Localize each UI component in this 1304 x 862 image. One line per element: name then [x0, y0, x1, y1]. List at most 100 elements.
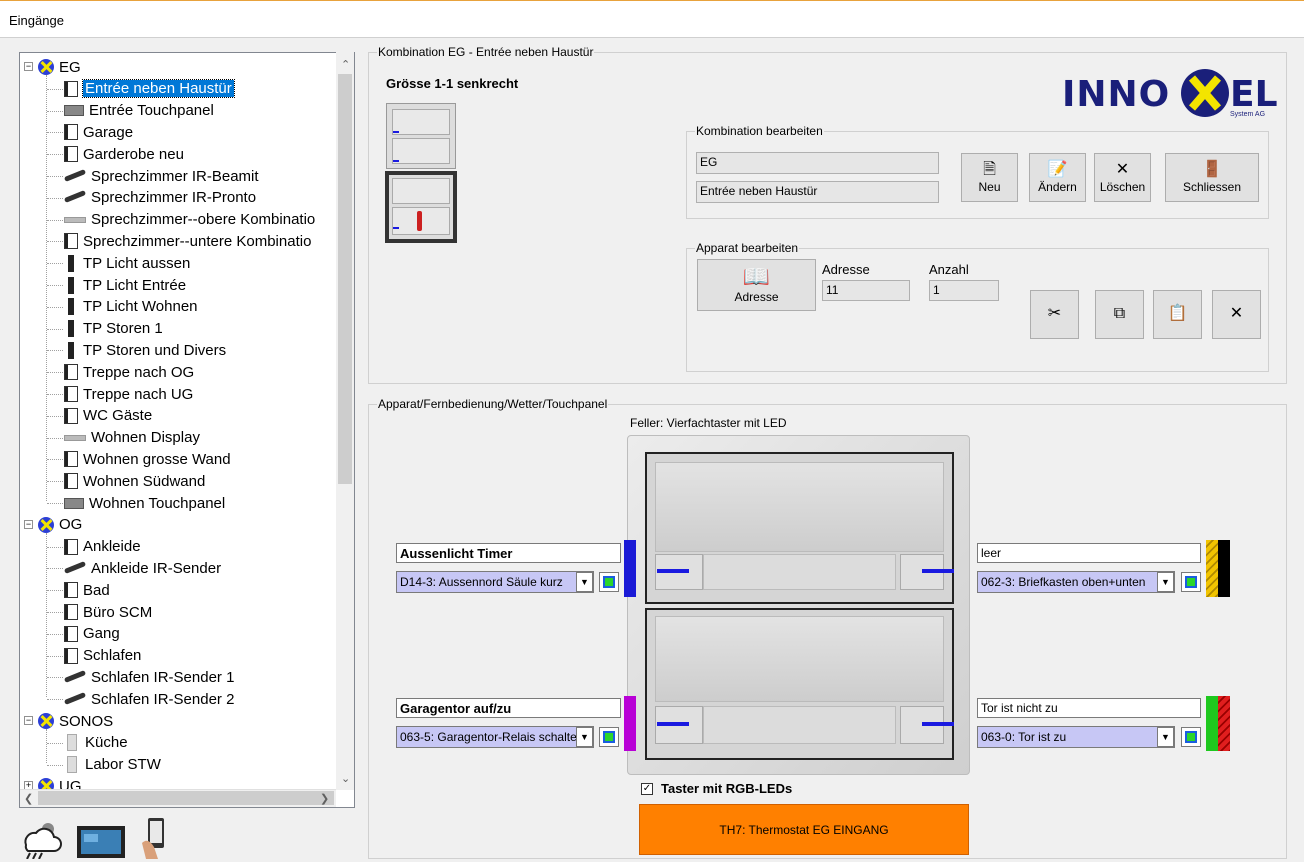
- tree-view[interactable]: − EG Entrée neben Haustür Entrée Touchpanel…: [19, 52, 355, 808]
- tree-connector-line: [47, 176, 63, 177]
- address-book-button[interactable]: 📖 Adresse: [697, 259, 816, 311]
- touchpanel-device-icon[interactable]: [76, 825, 126, 859]
- preview-module-top[interactable]: [386, 103, 456, 169]
- title-bar: Eingänge: [0, 0, 1304, 38]
- right-bottom-color-bar-1: [1206, 696, 1218, 751]
- change-button[interactable]: 📝 Ändern: [1029, 153, 1086, 202]
- tree-item[interactable]: Treppe nach OG: [64, 361, 194, 383]
- address-field[interactable]: 11: [822, 280, 910, 301]
- scroll-up-icon[interactable]: ⌃: [341, 58, 350, 71]
- tree-connector-line: [47, 481, 63, 483]
- tree-item[interactable]: Bad: [64, 579, 110, 601]
- tree-item[interactable]: Büro SCM: [64, 601, 152, 623]
- rgb-led-checkbox[interactable]: ✓: [641, 783, 653, 795]
- tree-item[interactable]: TP Licht Entrée: [64, 274, 186, 296]
- tp-icon: [68, 320, 74, 338]
- combination-preview[interactable]: [385, 103, 458, 243]
- tree-item[interactable]: Schlafen IR-Sender 1: [63, 666, 234, 688]
- chevron-down-icon[interactable]: ▼: [1157, 572, 1174, 592]
- switch-icon: [64, 604, 78, 620]
- left-top-name-input[interactable]: Aussenlicht Timer: [396, 543, 621, 563]
- tree-item[interactable]: Sprechzimmer--untere Kombinatio: [64, 230, 311, 252]
- delete-button[interactable]: ✕ Löschen: [1094, 153, 1151, 202]
- right-bottom-color-button[interactable]: [1181, 727, 1201, 747]
- tree-item[interactable]: Wohnen Südwand: [64, 470, 205, 492]
- thermostat-button[interactable]: TH7: Thermostat EG EINGANG: [639, 804, 969, 855]
- tree-item[interactable]: Labor STW: [64, 754, 161, 776]
- right-bottom-name-input[interactable]: Tor ist nicht zu: [977, 698, 1201, 718]
- remove-device-button[interactable]: ✕: [1212, 290, 1261, 339]
- tree-item[interactable]: TP Storen und Divers: [64, 339, 226, 361]
- tree-group-og[interactable]: OG: [38, 514, 82, 536]
- tree-item[interactable]: Entrée Touchpanel: [64, 100, 214, 122]
- right-top-color-button[interactable]: [1181, 572, 1201, 592]
- led-bottom-right: [922, 722, 954, 726]
- combination-floor-field[interactable]: EG: [696, 152, 939, 174]
- scroll-left-icon[interactable]: ❮: [24, 792, 33, 805]
- tree-group-sonos[interactable]: SONOS: [38, 710, 113, 732]
- count-field[interactable]: 1: [929, 280, 999, 301]
- tree-item[interactable]: TP Licht Wohnen: [64, 296, 198, 318]
- weather-icon[interactable]: [18, 817, 62, 859]
- tree-expander-eg[interactable]: −: [24, 62, 33, 71]
- rocker-top[interactable]: [645, 452, 954, 604]
- left-bottom-name-input[interactable]: Garagentor auf/zu: [396, 698, 621, 718]
- rocker-bottom[interactable]: [645, 608, 954, 760]
- tree-item[interactable]: Schlafen IR-Sender 2: [63, 688, 234, 710]
- tree-item[interactable]: Sprechzimmer IR-Beamit: [63, 165, 259, 187]
- left-bottom-color-button[interactable]: [599, 727, 619, 747]
- device-type-label: Feller: Vierfachtaster mit LED: [630, 416, 787, 430]
- cut-button[interactable]: ✂: [1030, 290, 1079, 339]
- tree-item[interactable]: Garage: [64, 121, 133, 143]
- tree-group-eg[interactable]: EG: [38, 56, 81, 78]
- right-top-name-input[interactable]: leer: [977, 543, 1201, 563]
- tree-expander-og[interactable]: −: [24, 519, 33, 529]
- chevron-down-icon[interactable]: ▼: [576, 727, 593, 747]
- left-bottom-address-select[interactable]: 063-5: Garagentor-Relais schalten: [396, 726, 594, 748]
- tree-connector-line: [47, 285, 63, 286]
- tree-item[interactable]: TP Licht aussen: [64, 252, 190, 274]
- phone-icon[interactable]: [140, 817, 170, 859]
- chevron-down-icon[interactable]: ▼: [1157, 727, 1174, 747]
- chevron-down-icon[interactable]: ▼: [576, 572, 593, 592]
- tree-item-label: Labor STW: [85, 756, 161, 774]
- right-bottom-address-select[interactable]: 063-0: Tor ist zu: [977, 726, 1175, 748]
- tp-icon: [68, 254, 74, 272]
- paste-button[interactable]: 📋: [1153, 290, 1202, 339]
- tree-connector-line: [47, 110, 63, 112]
- scroll-right-icon[interactable]: ❯: [320, 792, 329, 805]
- tree-item[interactable]: Küche: [64, 732, 128, 754]
- tree-item[interactable]: TP Storen 1: [64, 318, 163, 340]
- tree-item[interactable]: Wohnen Touchpanel: [64, 492, 225, 514]
- tree-connector-line: [46, 532, 47, 698]
- close-button[interactable]: 🚪 Schliessen: [1165, 153, 1259, 202]
- tree-item[interactable]: Sprechzimmer--obere Kombinatio: [64, 209, 315, 231]
- tree-item[interactable]: Ankleide IR-Sender: [63, 557, 221, 579]
- preview-module-bottom-selected[interactable]: [385, 171, 457, 243]
- tree-item[interactable]: Schlafen: [64, 645, 141, 667]
- tree-expander-sonos[interactable]: −: [24, 716, 33, 725]
- copy-button[interactable]: ⧉: [1095, 290, 1144, 339]
- tree-item[interactable]: Ankleide: [64, 536, 141, 558]
- tree-item[interactable]: Garderobe neu: [64, 143, 184, 165]
- tree-connector-line: [47, 197, 63, 199]
- tree-horizontal-scroll-thumb[interactable]: [38, 791, 334, 805]
- tree-item-label: Treppe nach OG: [83, 363, 195, 381]
- new-button[interactable]: 🗎 Neu: [961, 153, 1018, 202]
- tree-item[interactable]: Treppe nach UG: [64, 383, 193, 405]
- combination-name-field[interactable]: Entrée neben Haustür: [696, 181, 939, 203]
- address-label: Adresse: [822, 262, 870, 277]
- tree-item[interactable]: Wohnen Display: [64, 427, 200, 449]
- right-top-address-select[interactable]: 062-3: Briefkasten oben+unten: [977, 571, 1175, 593]
- tree-item[interactable]: WC Gäste: [64, 405, 152, 427]
- scroll-down-icon[interactable]: ⌄: [341, 772, 350, 785]
- tree-item[interactable]: Entrée neben Haustür: [64, 78, 235, 100]
- combination-group-title: Kombination EG - Entrée neben Haustür: [377, 45, 595, 59]
- tree-item-label: Ankleide: [83, 538, 141, 556]
- tree-item[interactable]: Sprechzimmer IR-Pronto: [63, 187, 256, 209]
- tree-item[interactable]: Wohnen grosse Wand: [64, 448, 231, 470]
- tree-item[interactable]: Gang: [64, 623, 120, 645]
- tree-vertical-scroll-thumb[interactable]: [338, 74, 352, 484]
- left-top-color-button[interactable]: [599, 572, 619, 592]
- left-top-address-select[interactable]: D14-3: Aussennord Säule kurz: [396, 571, 594, 593]
